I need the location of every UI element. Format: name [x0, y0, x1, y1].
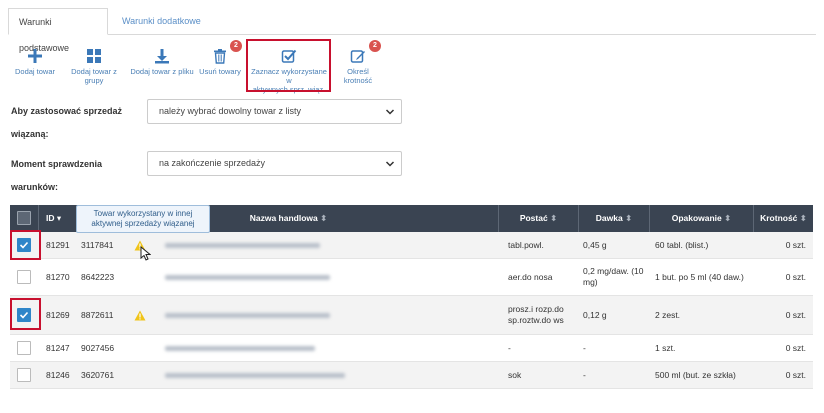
redacted-name	[165, 313, 330, 318]
row-code: 3620761	[81, 370, 115, 380]
set-multiplicity-button[interactable]: Określ krotność 2	[333, 40, 383, 85]
redacted-name	[165, 346, 315, 351]
tab-additional-conditions[interactable]: Warunki dodatkowe	[112, 8, 211, 35]
row-checkbox[interactable]	[17, 270, 31, 284]
chevron-down-icon	[385, 109, 395, 115]
redacted-name	[165, 243, 320, 248]
download-icon	[155, 49, 169, 64]
column-multiplicity[interactable]: Krotność ⬍	[754, 205, 813, 232]
row-id: 81247	[46, 343, 70, 353]
table-row[interactable]: 81269 8872611 prosz.i rozp.do sp.roztw.d…	[10, 296, 813, 335]
row-dose: 0,45 g	[583, 240, 607, 250]
row-code: 8642223	[81, 272, 115, 282]
row-dose: 0,12 g	[583, 310, 607, 320]
sort-icon: ⬍	[799, 213, 807, 223]
warning-icon[interactable]	[134, 310, 146, 321]
row-form: tabl.powl.	[508, 240, 544, 250]
row-id: 81291	[46, 240, 70, 250]
row-id: 81269	[46, 310, 70, 320]
sort-icon: ⬍	[320, 213, 328, 223]
row-multiplicity: 0 szt.	[785, 272, 806, 282]
row-dose: -	[583, 370, 586, 380]
row-multiplicity: 0 szt.	[785, 240, 806, 250]
row-form: aer.do nosa	[508, 272, 553, 282]
row-dose: 0,2 mg/daw. (10 mg)	[583, 266, 644, 287]
bundle-sale-select[interactable]: należy wybrać dowolny towar z listy	[147, 99, 402, 124]
add-product-from-group-button[interactable]: Dodaj towar z grupy	[62, 48, 126, 85]
sort-icon: ⬍	[550, 213, 558, 223]
mouse-cursor-icon	[140, 246, 151, 261]
row-form: -	[508, 343, 511, 353]
row-checkbox[interactable]	[17, 368, 31, 382]
row-checkbox[interactable]	[17, 341, 31, 355]
highlight-checkbox-row3	[10, 298, 41, 330]
used-in-bundle-tooltip: Towar wykorzystany w innej aktywnej sprz…	[76, 205, 210, 233]
add-product-from-file-button[interactable]: Dodaj towar z pliku	[130, 48, 194, 76]
sort-desc-icon: ▾	[56, 213, 62, 223]
column-package[interactable]: Opakowanie ⬍	[650, 205, 754, 232]
edit-icon	[350, 50, 365, 63]
highlight-checkbox-row1	[10, 230, 41, 260]
bundle-sale-label-cont: wiązaną:	[11, 129, 49, 139]
row-package: 500 ml (but. ze szkła)	[655, 370, 736, 380]
row-package: 60 tabl. (blist.)	[655, 240, 709, 250]
plus-icon	[28, 49, 42, 63]
bundle-sale-label: Aby zastosować sprzedaż	[11, 106, 123, 116]
redacted-name	[165, 275, 330, 280]
column-dose[interactable]: Dawka ⬍	[579, 205, 650, 232]
redacted-name	[165, 373, 345, 378]
add-product-button[interactable]: Dodaj towar	[12, 48, 58, 76]
check-moment-label: Moment sprawdzenia	[11, 159, 103, 169]
row-form: sok	[508, 370, 522, 380]
row-code: 9027456	[81, 343, 115, 353]
column-id[interactable]: ID ▾	[39, 205, 79, 232]
remove-count-badge: 2	[230, 40, 242, 52]
select-all-checkbox[interactable]	[17, 211, 31, 225]
chevron-down-icon	[385, 161, 395, 167]
row-multiplicity: 0 szt.	[785, 343, 806, 353]
row-multiplicity: 0 szt.	[785, 310, 806, 320]
column-form[interactable]: Postać ⬍	[499, 205, 579, 232]
trash-icon	[214, 49, 226, 64]
table-row[interactable]: 81270 8642223 aer.do nosa 0,2 mg/daw. (1…	[10, 259, 813, 296]
tab-bar: Warunki podstawowe Warunki dodatkowe	[8, 8, 816, 53]
row-package: 1 szt.	[655, 343, 676, 353]
remove-products-button[interactable]: Usuń towary 2	[199, 40, 242, 76]
sort-icon: ⬍	[724, 213, 732, 223]
table-row[interactable]: 81291 3117841 tabl.powl. 0,45 g 60 tabl.…	[10, 232, 813, 259]
multiplicity-count-badge: 2	[369, 40, 381, 52]
tab-basic-conditions[interactable]: Warunki podstawowe	[8, 8, 108, 53]
table-row[interactable]: 81247 9027456 - - 1 szt. 0 szt.	[10, 335, 813, 362]
sort-icon: ⬍	[625, 213, 633, 223]
row-form: prosz.i rozp.do sp.roztw.do ws	[508, 304, 564, 325]
check-moment-label-cont: warunków:	[11, 182, 59, 192]
row-package: 2 zest.	[655, 310, 681, 320]
table-row[interactable]: 81246 3620761 sok - 500 ml (but. ze szkł…	[10, 362, 813, 389]
highlight-mark-button	[246, 39, 331, 92]
row-package: 1 but. po 5 ml (40 daw.)	[655, 272, 744, 282]
row-id: 81246	[46, 370, 70, 380]
check-moment-select[interactable]: na zakończenie sprzedaży	[147, 151, 402, 176]
row-id: 81270	[46, 272, 70, 282]
row-code: 3117841	[81, 240, 114, 250]
row-code: 8872611	[81, 310, 114, 320]
grid-icon	[87, 49, 101, 63]
row-multiplicity: 0 szt.	[785, 370, 806, 380]
row-dose: -	[583, 343, 586, 353]
